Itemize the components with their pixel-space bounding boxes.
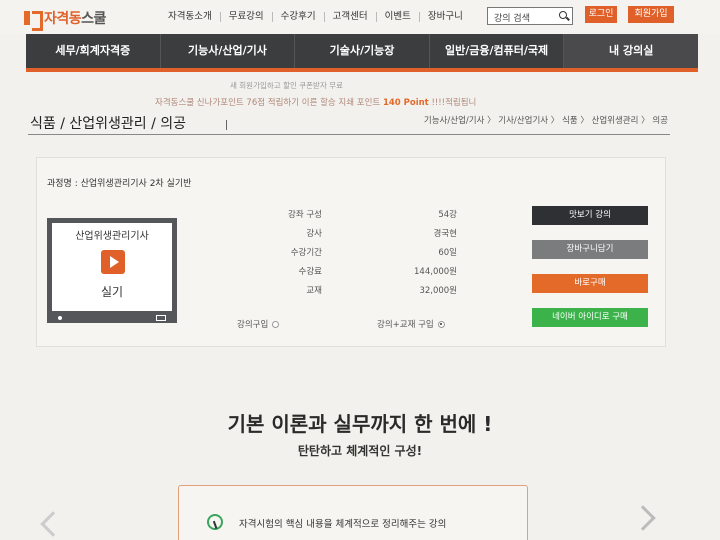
search-input[interactable]: 강의 검색 bbox=[487, 7, 573, 25]
nav-my-classroom[interactable]: 내 강의실 bbox=[564, 34, 698, 68]
menu-item-cart[interactable]: 장바구니 bbox=[420, 12, 471, 22]
top-bar: 자격동스쿨 자격동소개 무료강의 수강후기 고객센터 이벤트 장바구니 강의 검… bbox=[0, 0, 720, 34]
promo-subtitle: 탄탄하고 체계적인 구성! bbox=[297, 444, 423, 458]
join-button[interactable]: 회원가입 bbox=[628, 6, 674, 23]
header-divider bbox=[28, 134, 670, 135]
cursor-click-icon bbox=[207, 514, 223, 530]
main-nav: 세무/회계자격증 기능사/산업/기사 기술사/기능장 일반/금융/컴퓨터/국제 … bbox=[26, 34, 698, 68]
menu-item-events[interactable]: 이벤트 bbox=[377, 12, 420, 22]
feature-box: 자격시험의 핵심 내용을 체계적으로 정리해주는 강의 bbox=[178, 485, 528, 540]
search-icon[interactable] bbox=[559, 11, 567, 19]
notice-line-1: 새 회원가입하고 할인 쿠폰받자 무료 bbox=[230, 81, 344, 90]
menu-item-free-lectures[interactable]: 무료강의 bbox=[221, 12, 273, 22]
site-logo[interactable]: 자격동스쿨 bbox=[24, 8, 106, 31]
search-placeholder: 강의 검색 bbox=[494, 14, 530, 24]
play-icon[interactable] bbox=[101, 250, 125, 274]
notice-line-2: 자격동스쿨 신나가포인트 76점 적립하기 이른 할승 지쇄 포인트 140 P… bbox=[155, 98, 477, 108]
carousel-prev-arrow-icon[interactable] bbox=[40, 511, 66, 537]
option-lecture-only[interactable]: 강의구입 bbox=[237, 318, 280, 330]
feature-text: 자격시험의 핵심 내용을 체계적으로 정리해주는 강의 bbox=[239, 519, 447, 530]
course-card: 과정명 : 산업위생관리기사 2차 실기반 산업위생관리기사 실기 강좌 구성 … bbox=[36, 157, 666, 347]
login-button[interactable]: 로그인 bbox=[585, 6, 617, 23]
thumbnail-subtitle: 실기 bbox=[100, 285, 124, 299]
logo-icon bbox=[24, 10, 43, 31]
logo-text: 자격동스쿨 bbox=[44, 11, 106, 27]
option-lecture-textbook[interactable]: 강의+교재 구입 bbox=[377, 318, 445, 330]
nav-tax-accounting[interactable]: 세무/회계자격증 bbox=[26, 34, 161, 68]
menu-item-reviews[interactable]: 수강후기 bbox=[273, 12, 325, 22]
breadcrumb[interactable]: 기능사/산업/기사 〉 기사/산업기사 〉 식품 〉 산업위생관리 〉 의공 bbox=[424, 114, 668, 126]
top-menu: 자격동소개 무료강의 수강후기 고객센터 이벤트 장바구니 bbox=[160, 12, 471, 22]
radio-lecture-textbook[interactable] bbox=[437, 320, 445, 328]
promo-title: 기본 이론과 실무까지 한 번에 ! bbox=[227, 412, 493, 436]
progress-dot-icon bbox=[58, 316, 62, 320]
add-to-cart-button[interactable]: 장바구니담기 bbox=[532, 240, 648, 259]
course-thumbnail[interactable]: 산업위생관리기사 실기 bbox=[47, 218, 177, 323]
preview-lecture-button[interactable]: 맛보기 강의 bbox=[532, 206, 648, 225]
radio-lecture-only[interactable] bbox=[272, 320, 280, 328]
nav-general-finance-computer[interactable]: 일반/금융/컴퓨터/국제 bbox=[430, 34, 565, 68]
screen-icon bbox=[156, 315, 166, 321]
nav-accent-bar bbox=[26, 68, 698, 72]
buy-now-button[interactable]: 바로구매 bbox=[532, 274, 648, 293]
title-divider bbox=[226, 120, 227, 130]
course-name: 과정명 : 산업위생관리기사 2차 실기반 bbox=[47, 179, 192, 189]
nav-technician-industrial[interactable]: 기능사/산업/기사 bbox=[161, 34, 296, 68]
menu-item-customer-center[interactable]: 고객센터 bbox=[325, 12, 377, 22]
page-title: 식품 / 산업위생관리 / 의공 bbox=[30, 116, 187, 132]
nav-professional-engineer[interactable]: 기술사/기능장 bbox=[295, 34, 430, 68]
naver-buy-button[interactable]: 네이버 아이디로 구매 bbox=[532, 308, 648, 327]
thumbnail-title: 산업위생관리기사 bbox=[75, 231, 149, 242]
menu-item-about[interactable]: 자격동소개 bbox=[160, 12, 221, 22]
carousel-next-arrow-icon[interactable] bbox=[630, 505, 656, 531]
